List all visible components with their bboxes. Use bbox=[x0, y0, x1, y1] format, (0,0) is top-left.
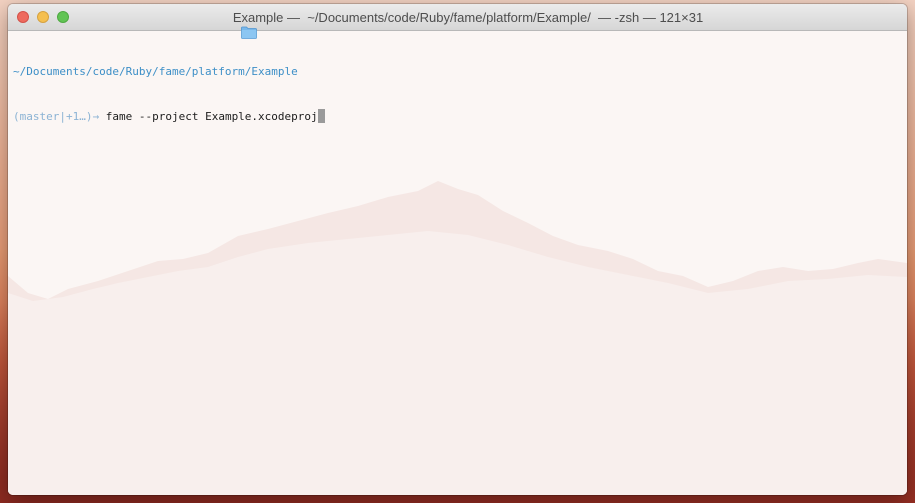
terminal-content[interactable]: ~/Documents/code/Ruby/fame/platform/Exam… bbox=[8, 31, 907, 495]
cwd-path: ~/Documents/code/Ruby/fame/platform/Exam… bbox=[13, 65, 298, 78]
window-title: Example — ~/Documents/code/Ruby/fame/pla… bbox=[232, 9, 704, 25]
terminal-output[interactable]: ~/Documents/code/Ruby/fame/platform/Exam… bbox=[13, 34, 325, 154]
command-input[interactable]: fame --project Example.xcodeproj bbox=[106, 110, 318, 123]
prompt-arrow: → bbox=[92, 110, 100, 123]
cwd-line: ~/Documents/code/Ruby/fame/platform/Exam… bbox=[13, 64, 325, 79]
title-bar[interactable]: Example — ~/Documents/code/Ruby/fame/pla… bbox=[8, 4, 907, 39]
window-title-container: Example — ~/Documents/code/Ruby/fame/pla… bbox=[8, 4, 907, 39]
prompt-line[interactable]: (master|+1…)→ fame --project Example.xco… bbox=[13, 109, 325, 124]
text-cursor bbox=[317, 109, 325, 123]
git-branch-prompt: (master|+1…) bbox=[13, 110, 93, 123]
folder-icon bbox=[212, 11, 257, 39]
terminal-window: Example — ~/Documents/code/Ruby/fame/pla… bbox=[8, 4, 907, 495]
